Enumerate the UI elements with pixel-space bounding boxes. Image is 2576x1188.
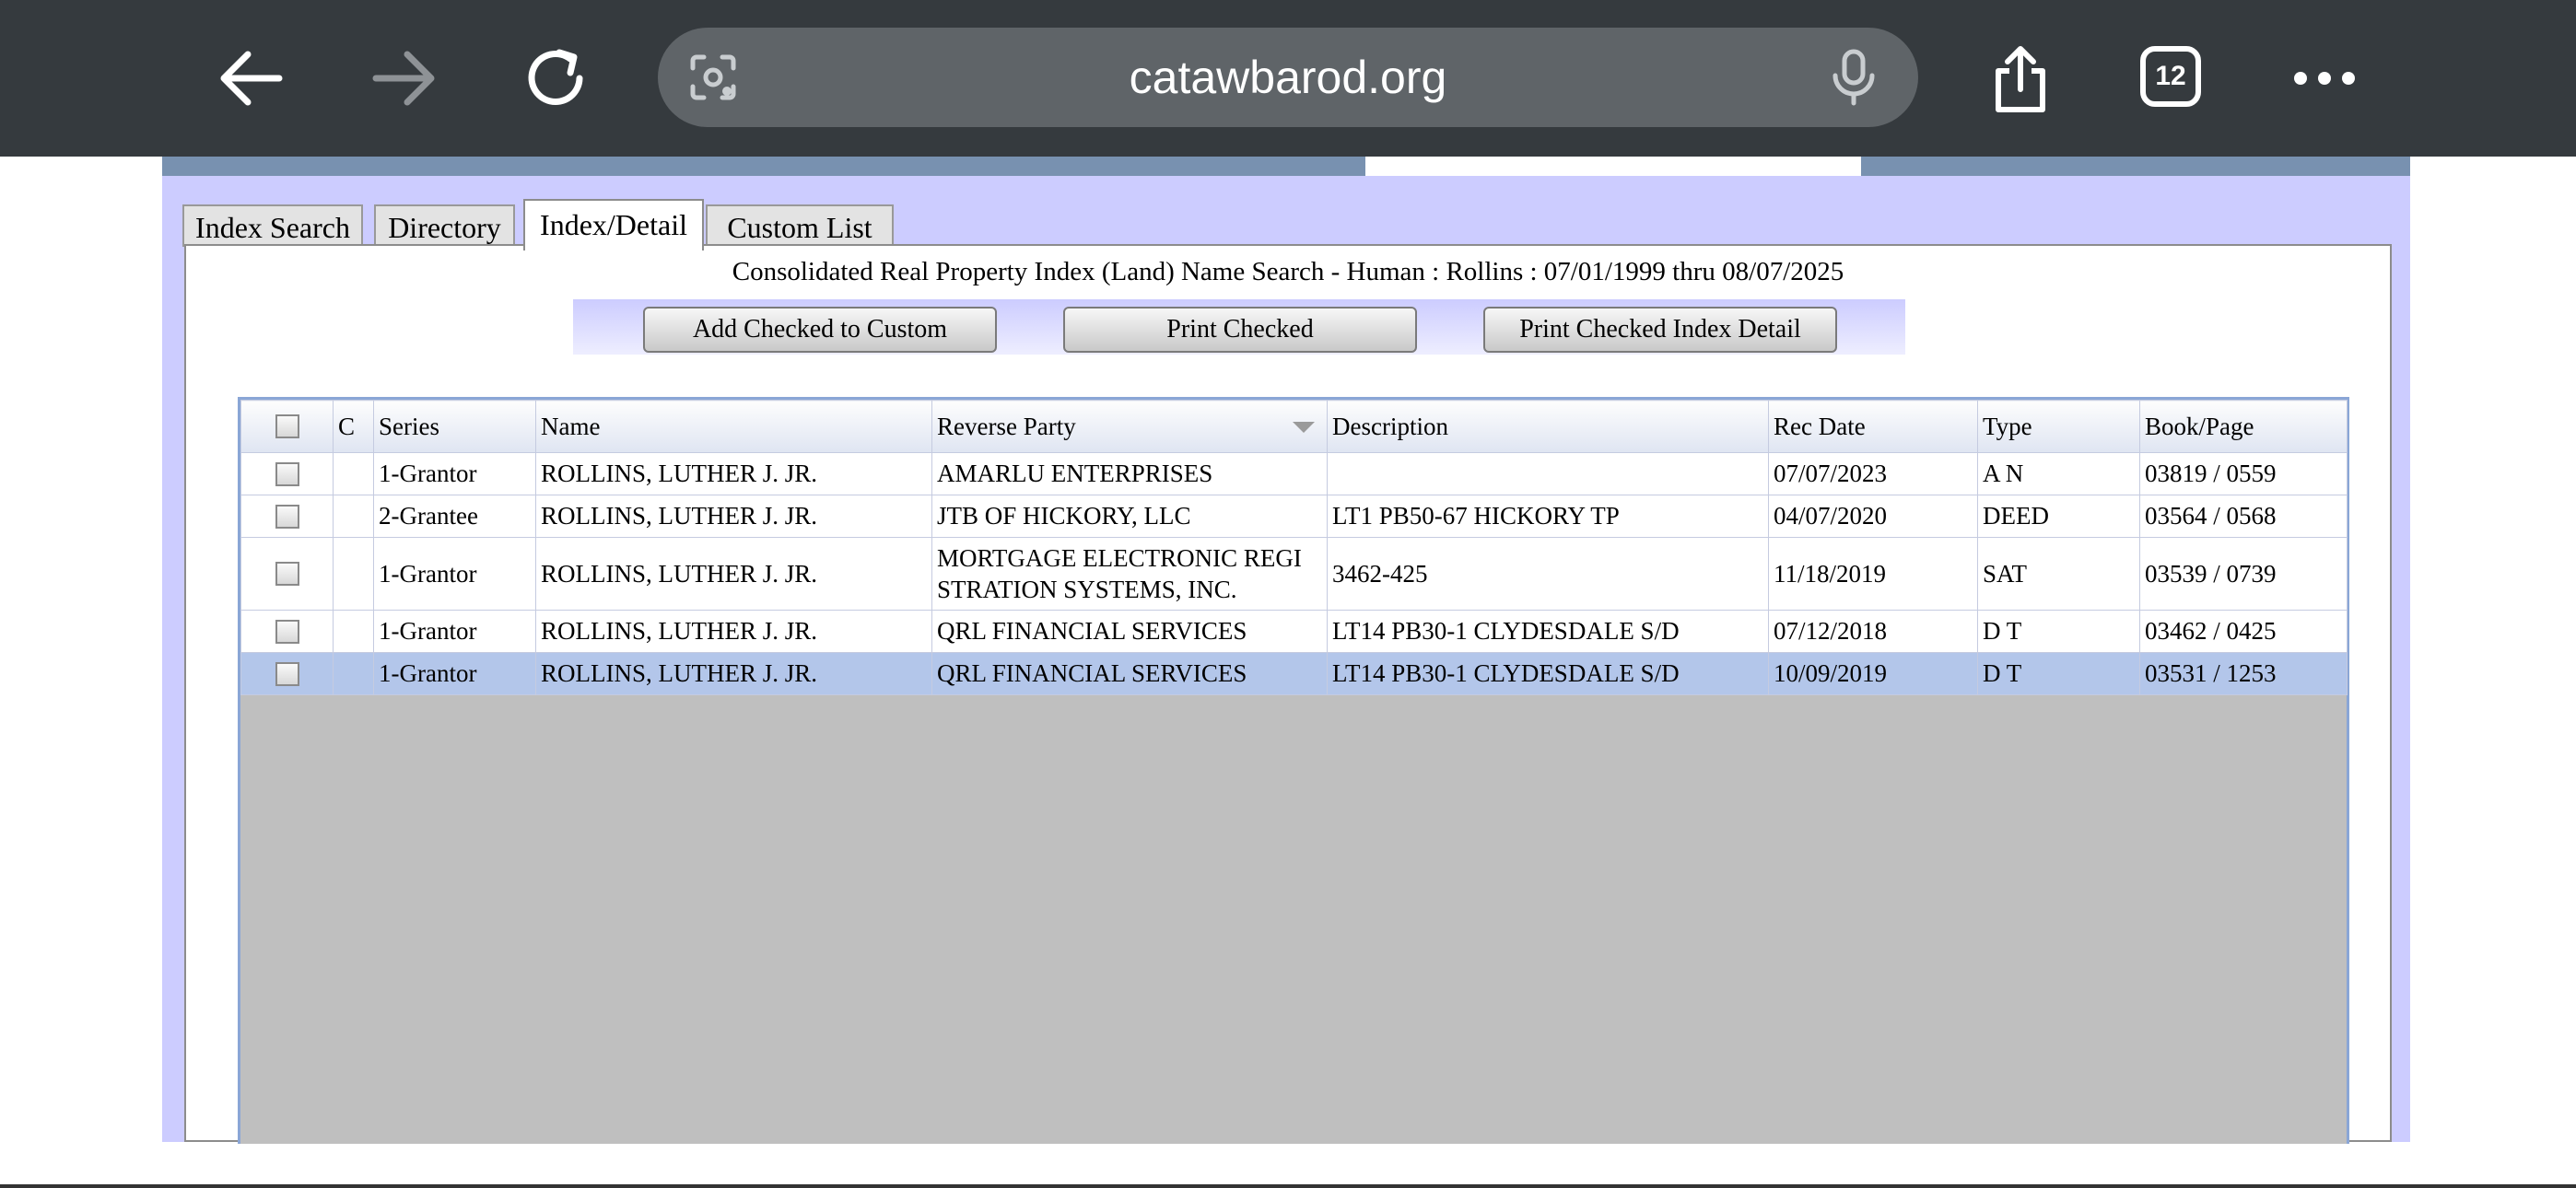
cell-description: LT14 PB30-1 CLYDESDALE S/D [1327, 652, 1769, 695]
cell-name: ROLLINS, LUTHER J. JR. [535, 652, 932, 695]
reverse-party-label: Reverse Party [937, 412, 1076, 440]
select-all-cell [240, 400, 334, 453]
cell-reverse-party: AMARLU ENTERPRISES [931, 452, 1328, 495]
cell-rec-date: 11/18/2019 [1768, 537, 1978, 611]
cell-description: 3462-425 [1327, 537, 1769, 611]
cell-c [333, 452, 374, 495]
tab-index-detail[interactable]: Index/Detail [523, 199, 704, 250]
cell-type: D T [1977, 610, 2140, 653]
cell-name: ROLLINS, LUTHER J. JR. [535, 495, 932, 538]
table-row[interactable]: 2-Grantee ROLLINS, LUTHER J. JR. JTB OF … [240, 495, 2348, 538]
cell-series: 1-Grantor [373, 652, 536, 695]
cell-series: 2-Grantee [373, 495, 536, 538]
results-panel: Consolidated Real Property Index (Land) … [184, 244, 2392, 1144]
cell-description: LT1 PB50-67 HICKORY TP [1327, 495, 1769, 538]
column-header-c[interactable]: C [333, 400, 374, 453]
column-header-description[interactable]: Description [1327, 400, 1769, 453]
address-bar[interactable]: catawbarod.org [658, 28, 1918, 127]
column-header-name[interactable]: Name [535, 400, 932, 453]
table-row[interactable]: 1-Grantor ROLLINS, LUTHER J. JR. QRL FIN… [240, 610, 2348, 653]
column-header-type[interactable]: Type [1977, 400, 2140, 453]
cell-type: A N [1977, 452, 2140, 495]
sort-down-icon[interactable] [1293, 421, 1315, 433]
row-checkbox[interactable] [275, 504, 299, 529]
column-header-reverse-party[interactable]: Reverse Party [931, 400, 1328, 453]
row-checkbox[interactable] [275, 461, 299, 486]
table-header-row: C Series Name Reverse Party Description … [240, 400, 2348, 453]
browser-toolbar: catawbarod.org 12 [0, 0, 2576, 157]
reload-button[interactable] [505, 28, 606, 129]
cell-book-page[interactable]: 03539 / 0739 [2139, 537, 2348, 611]
back-arrow-icon [220, 51, 283, 106]
tab-switcher-icon[interactable]: 12 [2140, 46, 2201, 107]
header-bar-middle [1365, 157, 1861, 176]
cell-reverse-party: JTB OF HICKORY, LLC [931, 495, 1328, 538]
tab-index-search[interactable]: Index Search [182, 204, 363, 247]
cell-type: D T [1977, 652, 2140, 695]
header-bar-right [1861, 157, 2410, 176]
print-checked-index-detail-button[interactable]: Print Checked Index Detail [1483, 307, 1837, 353]
cell-c [333, 610, 374, 653]
row-checkbox[interactable] [275, 619, 299, 644]
table-row-selected[interactable]: 1-Grantor ROLLINS, LUTHER J. JR. QRL FIN… [240, 652, 2348, 695]
results-grid: C Series Name Reverse Party Description … [238, 397, 2349, 1144]
cell-reverse-party: QRL FINANCIAL SERVICES [931, 610, 1328, 653]
results-table: C Series Name Reverse Party Description … [240, 400, 2348, 695]
cell-type: DEED [1977, 495, 2140, 538]
cell-c [333, 652, 374, 695]
add-checked-to-custom-button[interactable]: Add Checked to Custom [643, 307, 997, 353]
cell-c [333, 537, 374, 611]
cell-name: ROLLINS, LUTHER J. JR. [535, 537, 932, 611]
forward-arrow-icon [372, 51, 435, 106]
cell-book-page[interactable]: 03531 / 1253 [2139, 652, 2348, 695]
url-text[interactable]: catawbarod.org [658, 28, 1918, 127]
forward-button[interactable] [353, 28, 454, 129]
tab-directory[interactable]: Directory [374, 204, 515, 247]
search-title: Consolidated Real Property Index (Land) … [732, 257, 1844, 286]
cell-description [1327, 452, 1769, 495]
reload-icon [528, 49, 583, 105]
cell-series: 1-Grantor [373, 537, 536, 611]
cell-description: LT14 PB30-1 CLYDESDALE S/D [1327, 610, 1769, 653]
column-header-book-page[interactable]: Book/Page [2139, 400, 2348, 453]
cell-name: ROLLINS, LUTHER J. JR. [535, 610, 932, 653]
print-checked-button[interactable]: Print Checked [1063, 307, 1417, 353]
action-button-bar: Add Checked to Custom Print Checked Prin… [573, 299, 1905, 355]
table-row[interactable]: 1-Grantor ROLLINS, LUTHER J. JR. AMARLU … [240, 452, 2348, 495]
microphone-icon[interactable] [1826, 48, 1881, 107]
cell-reverse-party: QRL FINANCIAL SERVICES [931, 652, 1328, 695]
header-bar-left [162, 157, 1365, 176]
cell-book-page[interactable]: 03819 / 0559 [2139, 452, 2348, 495]
more-dots-icon [2294, 72, 2355, 85]
page-container: Index Search Directory Index/Detail Cust… [162, 157, 2410, 1144]
back-button[interactable] [201, 28, 302, 129]
share-icon [1996, 46, 2045, 112]
cell-series: 1-Grantor [373, 452, 536, 495]
cell-type: SAT [1977, 537, 2140, 611]
cell-rec-date: 07/07/2023 [1768, 452, 1978, 495]
share-button[interactable] [1970, 28, 2071, 129]
cell-book-page[interactable]: 03564 / 0568 [2139, 495, 2348, 538]
select-all-checkbox[interactable] [275, 414, 299, 438]
table-row[interactable]: 1-Grantor ROLLINS, LUTHER J. JR. MORTGAG… [240, 537, 2348, 611]
tab-custom-list[interactable]: Custom List [706, 204, 894, 247]
row-checkbox[interactable] [275, 661, 299, 686]
row-checkbox[interactable] [275, 562, 299, 586]
bottom-divider [0, 1184, 2576, 1188]
cell-rec-date: 04/07/2020 [1768, 495, 1978, 538]
cell-rec-date: 10/09/2019 [1768, 652, 1978, 695]
more-button[interactable] [2274, 28, 2375, 129]
cell-reverse-party: MORTGAGE ELECTRONIC REGI STRATION SYSTEM… [931, 537, 1328, 611]
cell-series: 1-Grantor [373, 610, 536, 653]
cell-rec-date: 07/12/2018 [1768, 610, 1978, 653]
column-header-rec-date[interactable]: Rec Date [1768, 400, 1978, 453]
cell-c [333, 495, 374, 538]
column-header-series[interactable]: Series [373, 400, 536, 453]
cell-book-page[interactable]: 03462 / 0425 [2139, 610, 2348, 653]
cell-name: ROLLINS, LUTHER J. JR. [535, 452, 932, 495]
